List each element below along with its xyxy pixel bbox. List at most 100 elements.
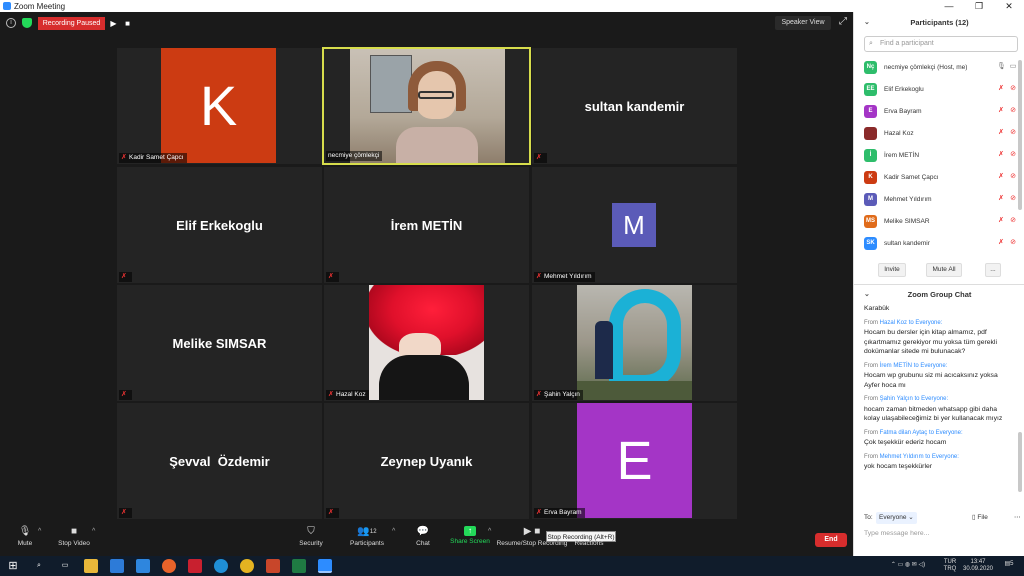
collapse-chevron-icon[interactable]: ⌄	[864, 289, 870, 301]
mail-icon[interactable]	[136, 559, 150, 573]
encryption-shield-icon[interactable]	[22, 18, 32, 28]
title-bar: Zoom Meeting — ❐ ✕	[0, 0, 1024, 12]
security-button[interactable]: ⛉ Security	[294, 526, 328, 547]
chat-scrollbar[interactable]	[1018, 432, 1022, 492]
excel-icon[interactable]	[292, 559, 306, 573]
speaker-view-label: Speaker View	[781, 19, 825, 26]
more-icon[interactable]: ⋯	[1014, 512, 1021, 524]
video-tile-kadir[interactable]: K ✗ Kadir Samet Çapcı	[117, 48, 322, 164]
tile-name-label: necmiye çömlekçi	[326, 151, 383, 161]
participant-row[interactable]: İ İrem METİN ✗ ⊘	[854, 144, 1024, 166]
zoom-taskbar-icon[interactable]	[318, 559, 332, 573]
participant-name: Kadir Samet Çapcı	[884, 173, 939, 181]
info-icon[interactable]: i	[6, 18, 16, 28]
mic-muted-icon: ✗	[121, 154, 127, 161]
participant-video-feed	[350, 49, 505, 163]
participants-button[interactable]: 👥12 Participants	[344, 526, 390, 547]
tile-name-label: ✗	[119, 508, 132, 518]
participant-row[interactable]: SK sultan kandemir ✗ ⊘	[854, 232, 1024, 254]
firefox-icon[interactable]	[162, 559, 176, 573]
close-icon[interactable]: ✕	[994, 0, 1024, 12]
participants-list: Nç necmiye çömlekçi (Host, me) 🎙 ▭ EE Eli…	[854, 56, 1024, 254]
panel-divider	[854, 284, 1024, 285]
meeting-controls-toolbar: 🎙 Mute ^ ■ Stop Video ^ ⛉ Security 👥12 P…	[0, 520, 853, 556]
video-tile-sahin[interactable]: ✗ Şahin Yalçın	[532, 285, 737, 401]
mic-muted-icon: ✗	[998, 217, 1004, 224]
store-icon[interactable]	[110, 559, 124, 573]
pinboard-background	[370, 55, 412, 113]
stop-video-button[interactable]: ■ Stop Video	[54, 526, 94, 547]
mic-muted-icon: ✗	[536, 391, 542, 398]
participant-search-input[interactable]: ⌕ Find a participant	[864, 36, 1018, 52]
speaker-view-button[interactable]: Speaker View	[775, 16, 831, 30]
participant-name: Mehmet Yıldırım	[884, 195, 932, 203]
reactions-button[interactable]: Reactions	[572, 526, 606, 547]
participant-video-feed	[369, 285, 484, 400]
windows-start-icon[interactable]: ⊞	[6, 559, 20, 573]
powerpoint-icon[interactable]	[266, 559, 280, 573]
meeting-area: i Recording Paused ▶ ■ Speaker View ⤢ K …	[0, 12, 853, 520]
resume-recording-icon[interactable]: ▶	[107, 17, 120, 30]
file-explorer-icon[interactable]	[84, 559, 98, 573]
chat-button[interactable]: 💬 Chat	[410, 526, 436, 547]
recipient-select[interactable]: Everyone ⌄	[876, 512, 917, 524]
audio-options-chevron-icon[interactable]: ^	[38, 528, 41, 535]
collapse-chevron-icon[interactable]: ⌄	[864, 12, 870, 34]
participant-row[interactable]: Hazal Koz ✗ ⊘	[854, 122, 1024, 144]
participants-scrollbar[interactable]	[1018, 60, 1022, 210]
participant-row[interactable]: M Mehmet Yıldırım ✗ ⊘	[854, 188, 1024, 210]
mic-muted-icon: ✗	[328, 509, 334, 516]
participant-name: sultan kandemir	[584, 98, 685, 114]
participant-row[interactable]: MS Melike SIMSAR ✗ ⊘	[854, 210, 1024, 232]
video-tile-sultan[interactable]: sultan kandemir ✗	[532, 48, 737, 164]
avatar: M	[612, 203, 656, 247]
video-tile-sevval[interactable]: Şevval Özdemir ✗	[117, 403, 322, 519]
fullscreen-icon[interactable]: ⤢	[837, 16, 849, 28]
video-options-chevron-icon[interactable]: ^	[92, 528, 95, 535]
language-indicator[interactable]: TUR TRQ	[942, 559, 958, 573]
video-tile-erva[interactable]: E ✗ Erva Bayram	[532, 403, 737, 519]
edge-icon[interactable]	[214, 559, 228, 573]
participant-row[interactable]: EE Elif Erkekoglu ✗ ⊘	[854, 78, 1024, 100]
participant-avatar: MS	[864, 214, 877, 228]
video-tile-mehmet[interactable]: M ✗ Mehmet Yıldırım	[532, 167, 737, 283]
invite-button[interactable]: Invite	[878, 263, 906, 277]
video-tile-melike[interactable]: Melike SIMSAR ✗	[117, 285, 322, 401]
participant-row[interactable]: Nç necmiye çömlekçi (Host, me) 🎙 ▭	[854, 56, 1024, 78]
chrome-icon[interactable]	[240, 559, 254, 573]
search-icon[interactable]: ⌕	[32, 559, 46, 573]
mic-muted-icon: ✗	[121, 391, 127, 398]
video-tile-irem[interactable]: İrem METİN ✗	[324, 167, 529, 283]
more-options-button[interactable]: ...	[985, 263, 1001, 277]
share-screen-button[interactable]: ↑ Share Screen	[448, 526, 492, 545]
mute-all-button[interactable]: Mute All	[926, 263, 962, 277]
participants-options-chevron-icon[interactable]: ^	[392, 528, 395, 535]
tile-name-label: ✗	[534, 153, 547, 163]
avatar: K	[161, 48, 276, 163]
share-options-chevron-icon[interactable]: ^	[488, 528, 491, 535]
video-off-icon: ⊘	[1010, 85, 1016, 92]
tile-name-label: ✗ Kadir Samet Çapcı	[119, 153, 187, 163]
task-view-icon[interactable]: ▭	[58, 559, 72, 573]
clock[interactable]: 13:47 30.09.2020	[960, 559, 996, 573]
file-button[interactable]: ▯ File	[972, 512, 988, 524]
system-tray-icons[interactable]: ⌃ ▭ ◍ ✉ ◁)	[878, 562, 938, 569]
participant-row[interactable]: E Erva Bayram ✗ ⊘	[854, 100, 1024, 122]
app-icon[interactable]	[188, 559, 202, 573]
tile-name-label: ✗	[119, 272, 132, 282]
mute-button[interactable]: 🎙 Mute	[10, 526, 40, 547]
zoom-app: Zoom Meeting — ❐ ✕ i Recording Paused ▶ …	[0, 0, 1024, 576]
participant-row[interactable]: K Kadir Samet Çapcı ✗ ⊘	[854, 166, 1024, 188]
search-icon: ⌕	[869, 40, 873, 47]
stop-recording-icon[interactable]: ■	[121, 17, 134, 30]
video-tile-zeynep[interactable]: Zeynep Uyanık ✗	[324, 403, 529, 519]
maximize-icon[interactable]: ❐	[964, 0, 994, 12]
chat-message-input[interactable]: Type message here...	[864, 527, 1019, 541]
mic-muted-icon: ✗	[536, 273, 542, 280]
video-tile-hazal[interactable]: ✗ Hazal Koz	[324, 285, 529, 401]
minimize-icon[interactable]: —	[934, 0, 964, 12]
video-tile-necmiye[interactable]: necmiye çömlekçi	[322, 47, 531, 165]
end-meeting-button[interactable]: End	[815, 533, 847, 547]
notification-center-icon[interactable]: ▤5	[1002, 561, 1016, 568]
video-tile-elif[interactable]: Elif Erkekoglu ✗	[117, 167, 322, 283]
